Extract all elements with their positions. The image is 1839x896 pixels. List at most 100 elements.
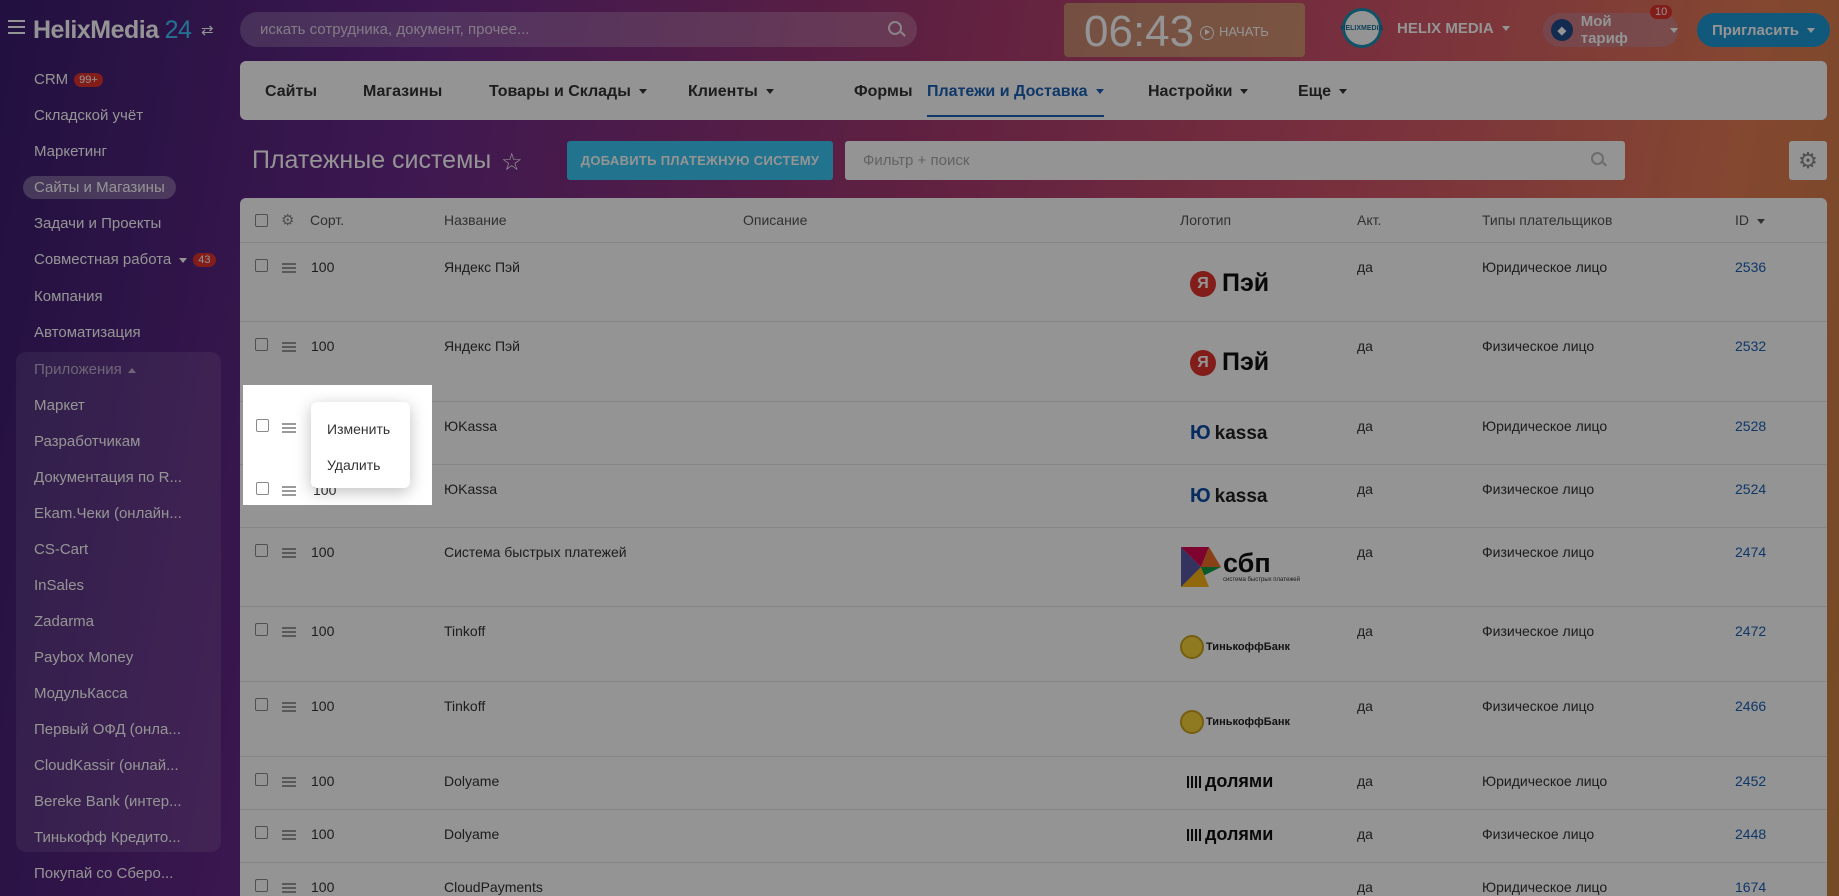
row-id[interactable]: 2536: [1735, 259, 1766, 275]
row-name[interactable]: Dolyame: [444, 826, 499, 842]
row-checkbox[interactable]: [255, 773, 268, 786]
table-row[interactable]: 100 Яндекс Пэй Я Пэй да Физическое лицо 2…: [240, 322, 1827, 402]
drag-handle-icon[interactable]: [282, 830, 296, 840]
row-name[interactable]: CloudPayments: [444, 879, 543, 895]
row-checkbox[interactable]: [255, 698, 268, 711]
sidebar-app-item[interactable]: Маркет: [34, 397, 85, 414]
select-all-checkbox[interactable]: [255, 214, 268, 227]
gear-icon[interactable]: ⚙: [1789, 141, 1827, 180]
sidebar-item-marketing[interactable]: Маркетинг: [34, 143, 107, 160]
drag-handle-icon[interactable]: [282, 883, 296, 893]
row-name[interactable]: Tinkoff: [444, 698, 485, 714]
row-checkbox[interactable]: [255, 826, 268, 839]
delete-menu-item[interactable]: Удалить: [327, 457, 380, 473]
sidebar-app-item[interactable]: Bereke Bank (интер...: [34, 793, 182, 810]
sidebar-item-sites[interactable]: Сайты и Магазины: [23, 176, 176, 199]
row-name[interactable]: ЮKassa: [444, 481, 497, 497]
search-icon[interactable]: [1591, 152, 1604, 165]
row-name[interactable]: ЮKassa: [444, 418, 497, 434]
sidebar-app-item[interactable]: МодульКасса: [34, 685, 128, 702]
app-logo[interactable]: HelixMedia 24: [33, 16, 192, 45]
table-row[interactable]: 100 Tinkoff ТинькоффБанк да Физическое л…: [240, 607, 1827, 682]
drag-handle-icon[interactable]: [282, 263, 296, 273]
sidebar-item-tasks[interactable]: Задачи и Проекты: [34, 215, 161, 232]
drag-handle-icon[interactable]: [282, 342, 296, 352]
apps-header[interactable]: Приложения: [34, 361, 136, 378]
filter-search-input[interactable]: Фильтр + поиск: [845, 141, 1625, 180]
table-row[interactable]: ЮKassa Юkassa да Юридическое лицо 2528: [240, 402, 1827, 465]
tab-forms[interactable]: Формы: [854, 83, 913, 101]
col-id[interactable]: ID: [1735, 212, 1765, 228]
col-sort[interactable]: Сорт.: [310, 212, 344, 228]
row-name[interactable]: Яндекс Пэй: [444, 259, 520, 275]
table-row[interactable]: 100 Tinkoff ТинькоффБанк да Физическое л…: [240, 682, 1827, 757]
sidebar-item-crm[interactable]: CRM 99+: [34, 71, 103, 88]
tab-shops[interactable]: Магазины: [363, 83, 442, 101]
drag-handle-icon[interactable]: [282, 627, 296, 637]
row-id[interactable]: 1674: [1735, 879, 1766, 895]
table-row[interactable]: 100 Dolyame долями да Юридическое лицо 2…: [240, 757, 1827, 810]
tab-sites[interactable]: Сайты: [265, 83, 317, 101]
drag-handle-icon[interactable]: [282, 423, 296, 433]
row-name[interactable]: Tinkoff: [444, 623, 485, 639]
table-row[interactable]: 100 CloudPayments да Юридическое лицо 16…: [240, 863, 1827, 896]
sidebar-app-item[interactable]: Документация по R...: [34, 469, 182, 486]
sidebar-app-item[interactable]: Первый ОФД (онла...: [34, 721, 181, 738]
gear-icon[interactable]: ⚙: [281, 211, 294, 229]
row-id[interactable]: 2448: [1735, 826, 1766, 842]
col-logo[interactable]: Логотип: [1180, 212, 1231, 228]
drag-handle-icon[interactable]: [282, 486, 296, 496]
edit-menu-item[interactable]: Изменить: [327, 421, 390, 437]
sidebar-item-company[interactable]: Компания: [34, 288, 103, 305]
row-id[interactable]: 2452: [1735, 773, 1766, 789]
tab-more[interactable]: Еще: [1298, 83, 1348, 101]
table-row[interactable]: 100 Система быстрых платежей сбп система …: [240, 528, 1827, 607]
tab-clients[interactable]: Клиенты: [688, 83, 774, 101]
sidebar-app-item[interactable]: InSales: [34, 577, 84, 594]
invite-button[interactable]: Пригласить: [1697, 13, 1830, 47]
sidebar-app-item[interactable]: CS-Cart: [34, 541, 88, 558]
menu-icon[interactable]: [8, 20, 25, 34]
sidebar-item-warehouse[interactable]: Складской учёт: [34, 107, 143, 124]
row-checkbox[interactable]: [256, 419, 269, 432]
sidebar-app-item[interactable]: Покупай со Сберо...: [34, 865, 173, 882]
table-row[interactable]: 100 Яндекс Пэй Я Пэй да Юридическое лицо …: [240, 243, 1827, 322]
tab-settings[interactable]: Настройки: [1148, 83, 1249, 101]
row-name[interactable]: Система быстрых платежей: [444, 544, 627, 560]
search-input[interactable]: искать сотрудника, документ, прочее...: [240, 12, 917, 47]
row-id[interactable]: 2474: [1735, 544, 1766, 560]
sidebar-app-item[interactable]: CloudKassir (онлай...: [34, 757, 179, 774]
drag-handle-icon[interactable]: [282, 702, 296, 712]
row-id[interactable]: 2466: [1735, 698, 1766, 714]
row-checkbox[interactable]: [255, 259, 268, 272]
row-name[interactable]: Dolyame: [444, 773, 499, 789]
row-name[interactable]: Яндекс Пэй: [444, 338, 520, 354]
row-checkbox[interactable]: [255, 544, 268, 557]
table-row[interactable]: 100 Dolyame долями да Физическое лицо 24…: [240, 810, 1827, 863]
row-id[interactable]: 2524: [1735, 481, 1766, 497]
sidebar-app-item[interactable]: Ekam.Чеки (онлайн...: [34, 505, 182, 522]
settings-switch-icon[interactable]: ⇄: [201, 21, 214, 39]
tab-payments[interactable]: Платежи и Доставка: [927, 83, 1104, 117]
row-checkbox[interactable]: [255, 338, 268, 351]
sidebar-app-item[interactable]: Paybox Money: [34, 649, 133, 666]
sidebar-app-item[interactable]: Тинькофф Кредито...: [34, 829, 181, 846]
col-active[interactable]: Акт.: [1357, 212, 1381, 228]
table-row[interactable]: ЮKassa Юkassa да Физическое лицо 2524: [240, 465, 1827, 528]
sidebar-app-item[interactable]: Zadarma: [34, 613, 94, 630]
drag-handle-icon[interactable]: [282, 777, 296, 787]
row-id[interactable]: 2532: [1735, 338, 1766, 354]
sidebar-item-automation[interactable]: Автоматизация: [34, 324, 141, 341]
start-button[interactable]: НАЧАТЬ: [1200, 24, 1269, 40]
star-icon[interactable]: ☆: [501, 148, 523, 177]
drag-handle-icon[interactable]: [282, 548, 296, 558]
col-desc[interactable]: Описание: [743, 212, 807, 228]
search-icon[interactable]: [888, 21, 902, 35]
sidebar-app-item[interactable]: Разработчикам: [34, 433, 140, 450]
sidebar-item-collab[interactable]: Совместная работа 43: [34, 251, 216, 268]
row-checkbox[interactable]: [256, 482, 269, 495]
row-checkbox[interactable]: [255, 623, 268, 636]
row-id[interactable]: 2528: [1735, 418, 1766, 434]
row-id[interactable]: 2472: [1735, 623, 1766, 639]
add-payment-system-button[interactable]: ДОБАВИТЬ ПЛАТЕЖНУЮ СИСТЕМУ: [567, 141, 833, 180]
